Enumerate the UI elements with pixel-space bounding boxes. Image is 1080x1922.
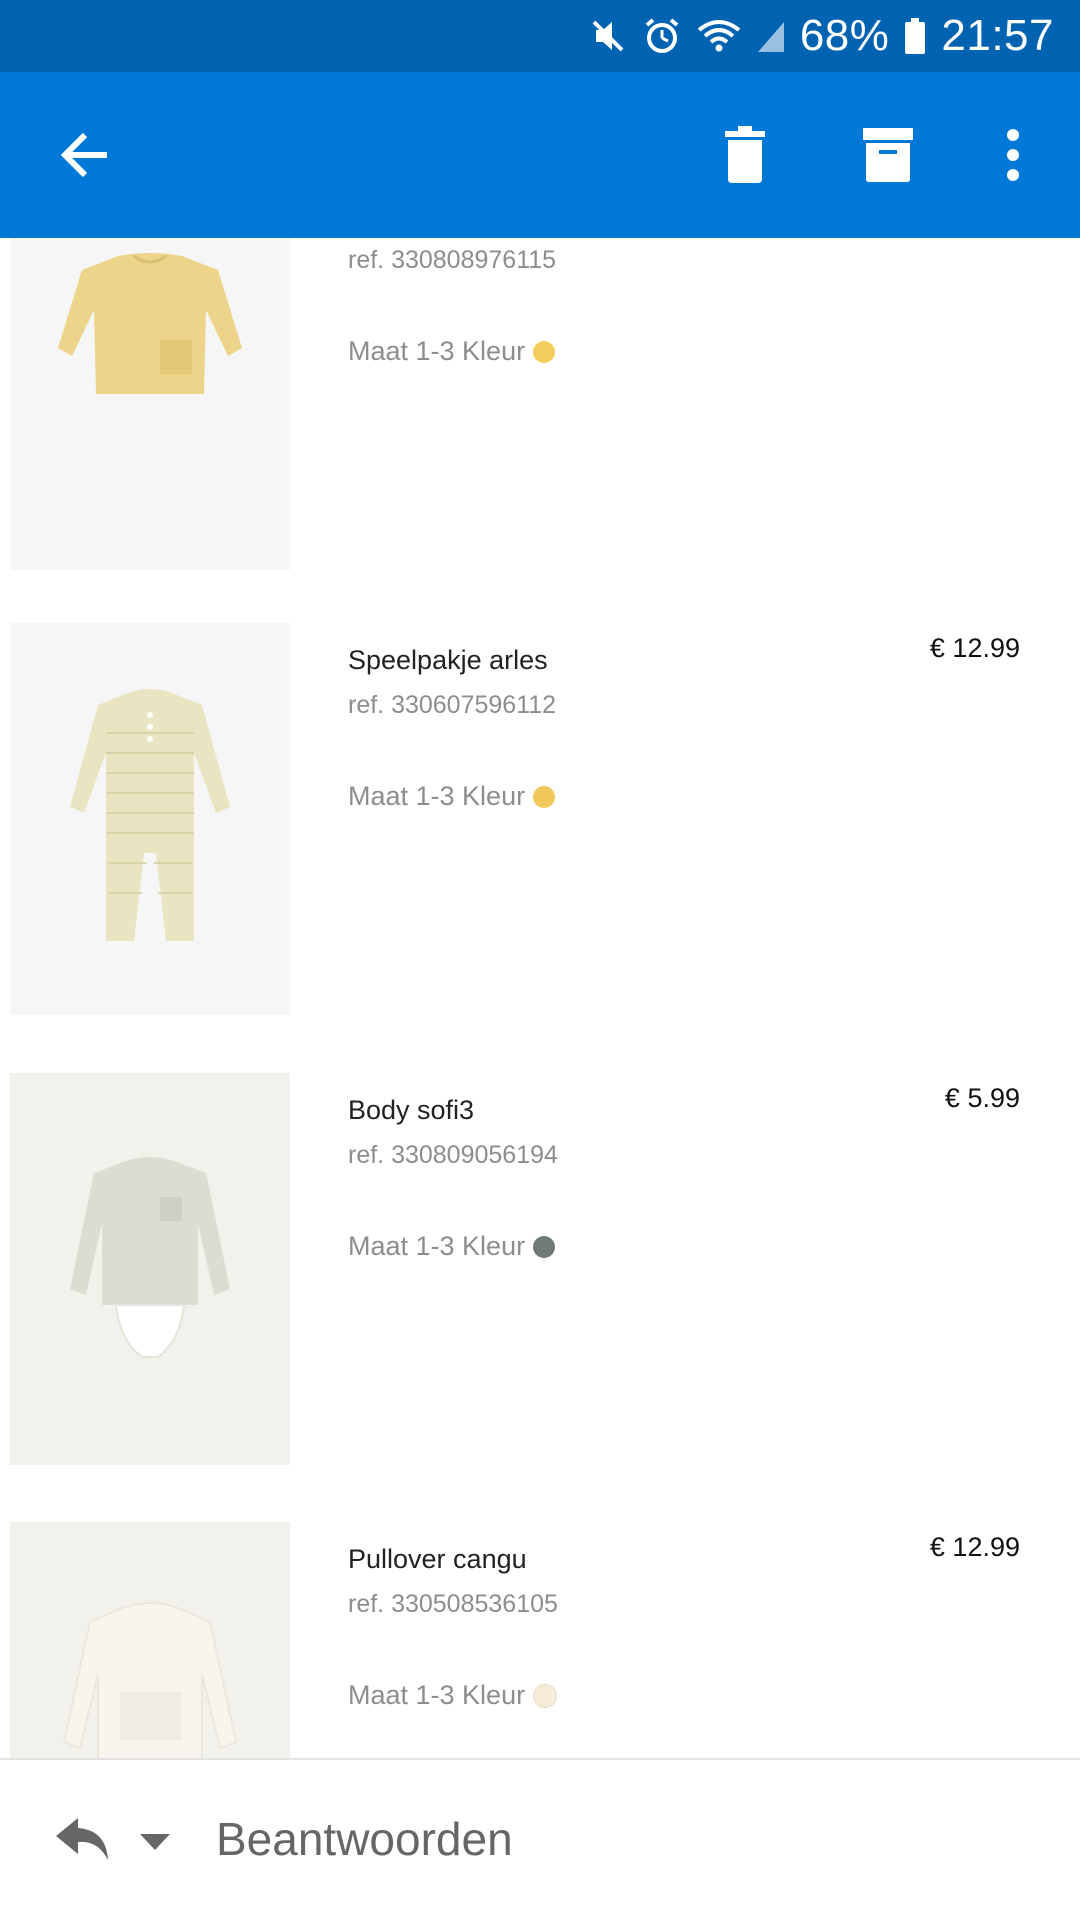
back-button[interactable] xyxy=(40,72,130,238)
product-size-label: Maat 1-3 Kleur xyxy=(348,781,526,811)
reply-icon xyxy=(56,1818,108,1860)
mute-icon xyxy=(592,20,624,52)
trash-icon xyxy=(725,126,765,183)
product-ref: ref. 330809056194 xyxy=(348,1141,558,1169)
status-bar: 68% 21:57 xyxy=(0,0,1080,72)
product-name: Pullover cangu xyxy=(348,1544,527,1574)
product-size-color: Maat 1-3 Kleur xyxy=(348,1680,558,1711)
striped-romper-image xyxy=(70,689,230,941)
status-icons: 68% 21:57 xyxy=(588,0,1054,72)
product-price: € 12.99 xyxy=(929,633,1020,663)
product-size-label: Maat 1-3 Kleur xyxy=(348,1680,526,1710)
list-item[interactable]: ref. 330808976115 Maat 1-3 Kleur xyxy=(0,238,1080,570)
clock: 21:57 xyxy=(941,11,1054,60)
product-ref: ref. 330808976115 xyxy=(348,246,557,274)
color-swatch xyxy=(533,340,556,363)
battery-percent: 68% xyxy=(799,11,890,60)
reply-label[interactable]: Beantwoorden xyxy=(216,1812,513,1866)
back-arrow-icon xyxy=(60,132,107,178)
reply-button[interactable] xyxy=(52,1808,112,1873)
reply-options-dropdown[interactable] xyxy=(138,1832,172,1857)
wifi-icon xyxy=(697,20,741,52)
white-pullover-image xyxy=(62,1602,238,1758)
delete-button[interactable] xyxy=(700,72,790,238)
list-item[interactable]: Pullover cangu ref. 330508536105 Maat 1-… xyxy=(0,1522,1080,1758)
color-swatch xyxy=(533,1683,558,1708)
reply-bar: Beantwoorden xyxy=(0,1758,1080,1922)
product-price: € 12.99 xyxy=(929,1532,1020,1562)
color-swatch xyxy=(533,785,556,808)
product-image xyxy=(10,238,290,570)
more-options-button[interactable] xyxy=(978,72,1048,238)
signal-icon xyxy=(757,22,784,52)
product-ref: ref. 330508536105 xyxy=(348,1590,558,1618)
color-swatch xyxy=(533,1235,556,1258)
knit-bodysuit-image xyxy=(70,1157,230,1358)
battery-icon xyxy=(905,18,926,54)
product-image xyxy=(10,1073,290,1465)
product-name: Body sofi3 xyxy=(348,1095,475,1125)
archive-button[interactable] xyxy=(843,72,933,238)
product-size-label: Maat 1-3 Kleur xyxy=(348,336,526,366)
product-image xyxy=(10,1522,290,1758)
product-size-color: Maat 1-3 Kleur xyxy=(348,336,556,367)
list-item[interactable]: Speelpakje arles ref. 330607596112 Maat … xyxy=(0,623,1080,1015)
yellow-sweater-image xyxy=(58,253,242,394)
product-ref: ref. 330607596112 xyxy=(348,691,557,719)
list-item[interactable]: Body sofi3 ref. 330809056194 Maat 1-3 Kl… xyxy=(0,1073,1080,1465)
product-image xyxy=(10,623,290,1015)
app-bar xyxy=(0,72,1080,238)
order-items-list[interactable]: ref. 330808976115 Maat 1-3 Kleur Speelpa… xyxy=(0,238,1080,1758)
more-vert-icon xyxy=(1007,129,1019,181)
product-size-color: Maat 1-3 Kleur xyxy=(348,1231,556,1262)
alarm-icon xyxy=(645,18,679,53)
product-size-label: Maat 1-3 Kleur xyxy=(348,1231,526,1261)
archive-icon xyxy=(863,128,913,182)
product-name: Speelpakje arles xyxy=(348,645,548,675)
chevron-down-icon xyxy=(140,1834,170,1850)
product-size-color: Maat 1-3 Kleur xyxy=(348,781,556,812)
product-price: € 5.99 xyxy=(944,1083,1020,1113)
